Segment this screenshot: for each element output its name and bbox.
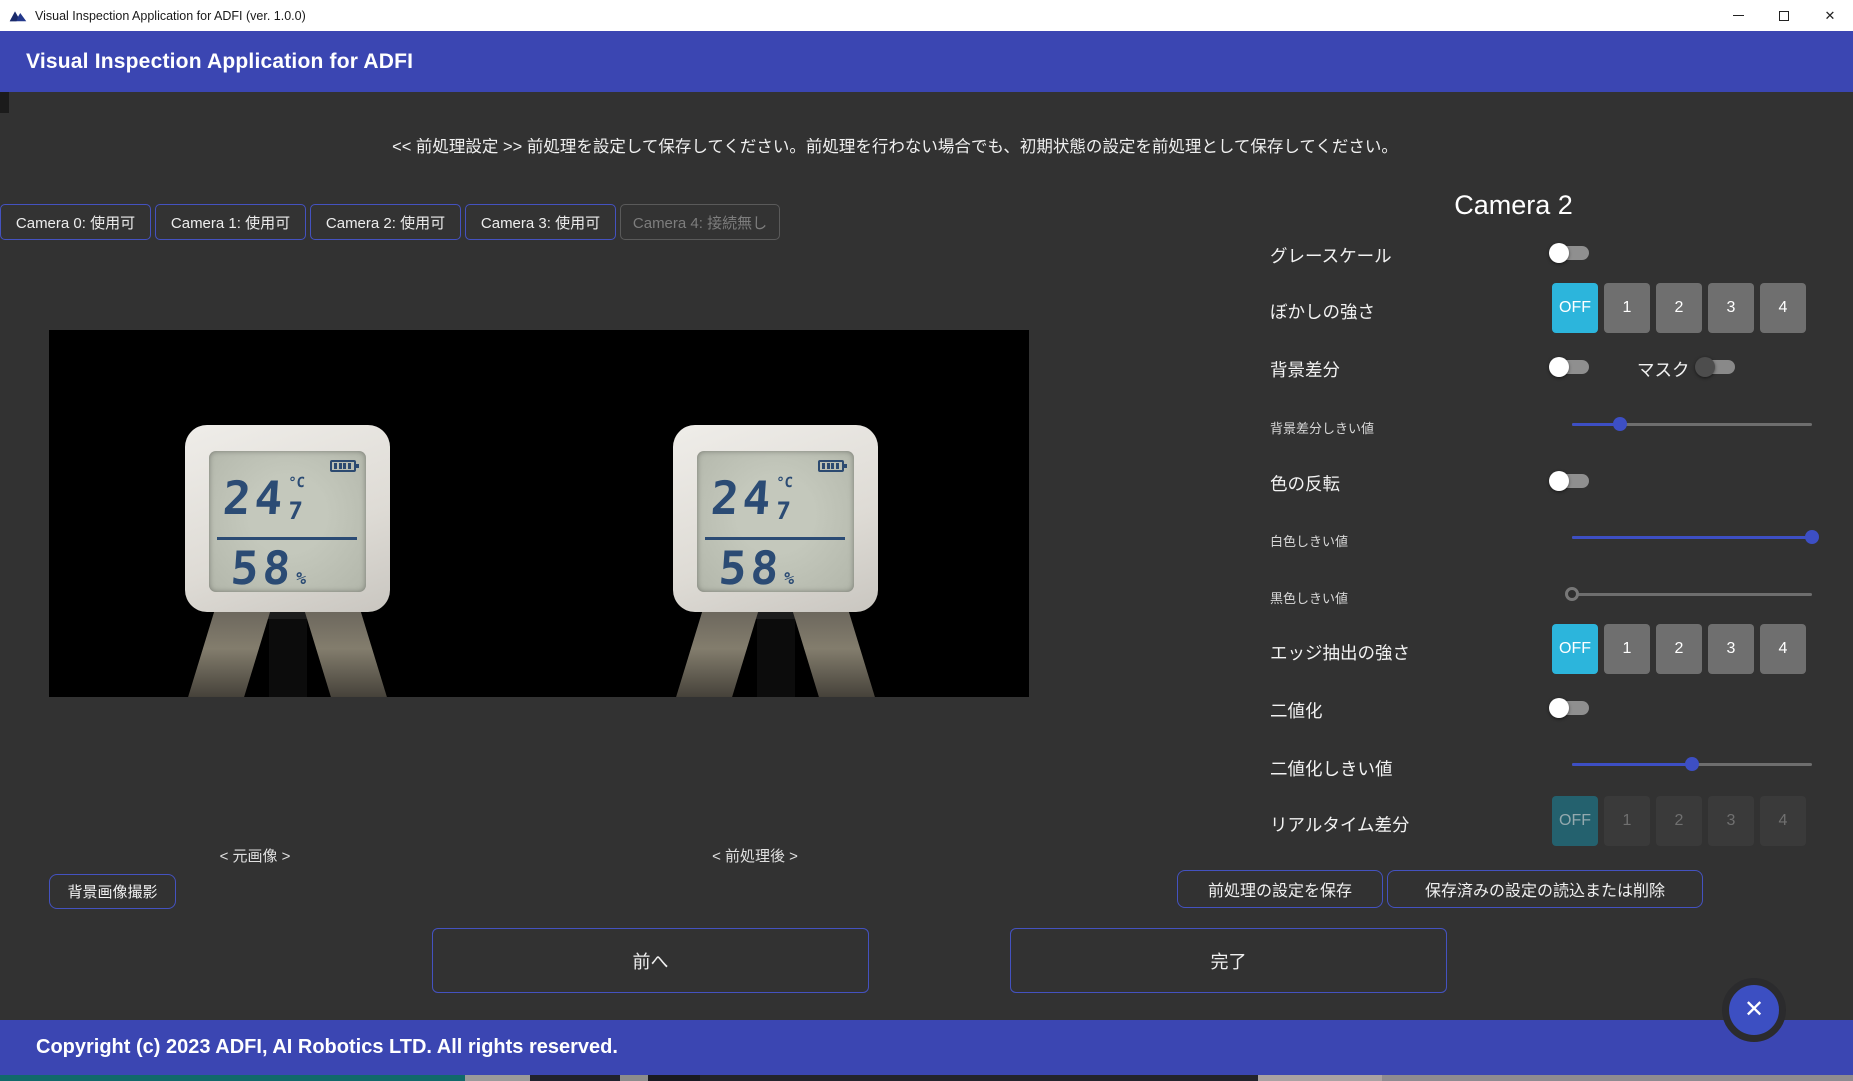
humidity-unit: %	[296, 569, 308, 589]
grayscale-label: グレースケール	[1270, 243, 1392, 268]
blur-2-button[interactable]: 2	[1656, 283, 1702, 333]
slider-knob[interactable]	[1565, 587, 1579, 601]
realtime-1-button: 1	[1604, 796, 1650, 846]
minimize-icon	[1733, 15, 1744, 17]
humidity-value: 58	[229, 545, 296, 591]
save-preprocess-settings-button[interactable]: 前処理の設定を保存	[1177, 870, 1383, 908]
footer: Copyright (c) 2023 ADFI, AI Robotics LTD…	[0, 1020, 1853, 1075]
tab-camera-2[interactable]: Camera 2: 使用可	[310, 204, 461, 240]
realtime-off-button: OFF	[1552, 796, 1598, 846]
grayscale-toggle[interactable]	[1549, 240, 1595, 266]
temperature-unit: °C	[288, 475, 306, 491]
original-image-caption: < 元画像 >	[155, 845, 355, 866]
edge-4-button[interactable]: 4	[1760, 624, 1806, 674]
blur-strength-label: ぼかしの強さ	[1270, 299, 1375, 324]
app-title: Visual Inspection Application for ADFI	[26, 50, 413, 74]
bg-diff-label: 背景差分	[1270, 357, 1340, 382]
blur-1-button[interactable]: 1	[1604, 283, 1650, 333]
close-icon: ✕	[1825, 9, 1836, 22]
tab-camera-3[interactable]: Camera 3: 使用可	[465, 204, 616, 240]
close-icon: ✕	[1744, 998, 1764, 1022]
processed-image-caption: < 前処理後 >	[655, 845, 855, 866]
mask-toggle[interactable]	[1695, 354, 1741, 380]
temperature-decimal: 7	[288, 499, 304, 523]
blur-off-button[interactable]: OFF	[1552, 283, 1598, 333]
invert-colors-label: 色の反転	[1270, 471, 1340, 496]
edge-3-button[interactable]: 3	[1708, 624, 1754, 674]
close-button[interactable]: ✕	[1807, 0, 1853, 31]
black-threshold-label: 黒色しきい値	[1270, 588, 1348, 607]
realtime-2-button: 2	[1656, 796, 1702, 846]
mask-label: マスク	[1637, 357, 1690, 382]
realtime-diff-group: OFF 1 2 3 4	[1552, 796, 1806, 846]
lcd-display: 24 °C 7 58 %	[209, 451, 366, 592]
realtime-4-button: 4	[1760, 796, 1806, 846]
blur-strength-group: OFF 1 2 3 4	[1552, 283, 1806, 333]
app-header: Visual Inspection Application for ADFI	[0, 31, 1853, 92]
black-threshold-slider[interactable]	[1572, 587, 1812, 601]
window-titlebar: Visual Inspection Application for ADFI (…	[0, 0, 1853, 31]
binarize-label: 二値化	[1270, 698, 1323, 723]
maximize-button[interactable]	[1761, 0, 1807, 31]
edge-2-button[interactable]: 2	[1656, 624, 1702, 674]
original-image-device-photo: 24 °C 7 58 %	[185, 425, 390, 697]
instruction-text: << 前処理設定 >> 前処理を設定して保存してください。前処理を行わない場合で…	[0, 133, 1790, 157]
app-logo-icon	[9, 9, 27, 23]
lcd-display: 24 °C 7 58 %	[697, 451, 854, 592]
header-notch	[0, 92, 9, 113]
blur-3-button[interactable]: 3	[1708, 283, 1754, 333]
done-button[interactable]: 完了	[1010, 928, 1447, 993]
camera-preview-canvas: 24 °C 7 58 % 24	[49, 330, 1029, 697]
binarize-toggle[interactable]	[1549, 695, 1595, 721]
edge-off-button[interactable]: OFF	[1552, 624, 1598, 674]
blur-4-button[interactable]: 4	[1760, 283, 1806, 333]
camera-tab-bar: Camera 0: 使用可 Camera 1: 使用可 Camera 2: 使用…	[0, 204, 780, 240]
edge-strength-group: OFF 1 2 3 4	[1552, 624, 1806, 674]
slider-knob[interactable]	[1613, 417, 1627, 431]
window-title: Visual Inspection Application for ADFI (…	[35, 9, 306, 23]
maximize-icon	[1779, 11, 1789, 21]
edge-1-button[interactable]: 1	[1604, 624, 1650, 674]
invert-colors-toggle[interactable]	[1549, 468, 1595, 494]
slider-knob[interactable]	[1805, 530, 1819, 544]
bg-diff-threshold-label: 背景差分しきい値	[1270, 418, 1374, 437]
bg-diff-threshold-slider[interactable]	[1572, 417, 1812, 431]
slider-knob[interactable]	[1685, 757, 1699, 771]
realtime-diff-label: リアルタイム差分	[1270, 812, 1409, 837]
realtime-3-button: 3	[1708, 796, 1754, 846]
binarize-threshold-label: 二値化しきい値	[1270, 756, 1393, 781]
copyright-text: Copyright (c) 2023 ADFI, AI Robotics LTD…	[36, 1036, 618, 1059]
white-threshold-label: 白色しきい値	[1270, 531, 1348, 550]
minimize-button[interactable]	[1715, 0, 1761, 31]
battery-icon	[330, 460, 356, 472]
tab-camera-4: Camera 4: 接続無し	[620, 204, 780, 240]
capture-background-button[interactable]: 背景画像撮影	[49, 874, 176, 909]
processed-image-device-photo: 24 °C 7 58 %	[673, 425, 878, 697]
battery-icon	[818, 460, 844, 472]
bg-diff-toggle[interactable]	[1549, 354, 1595, 380]
tab-camera-0[interactable]: Camera 0: 使用可	[0, 204, 151, 240]
load-or-delete-settings-button[interactable]: 保存済みの設定の読込または削除	[1387, 870, 1703, 908]
binarize-threshold-slider[interactable]	[1572, 757, 1812, 771]
floating-close-button[interactable]: ✕	[1722, 978, 1786, 1042]
temperature-value: 24	[221, 475, 288, 523]
tab-camera-1[interactable]: Camera 1: 使用可	[155, 204, 306, 240]
desktop-edge-strip	[0, 1075, 1853, 1081]
edge-strength-label: エッジ抽出の強さ	[1270, 640, 1410, 665]
white-threshold-slider[interactable]	[1572, 530, 1812, 544]
previous-button[interactable]: 前へ	[432, 928, 869, 993]
panel-title-camera: Camera 2	[1270, 190, 1757, 221]
